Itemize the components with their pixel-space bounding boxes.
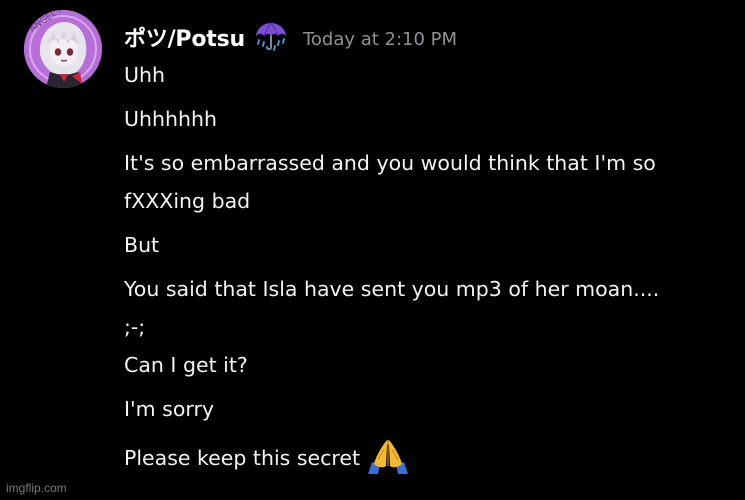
username[interactable]: ポツ/Potsu — [124, 21, 245, 53]
umbrella-with-rain-icon — [253, 20, 289, 54]
avatar-image: ANGEL PAIS — [24, 10, 102, 88]
message-text: But — [124, 233, 160, 257]
message-text: Please keep this secret — [124, 446, 361, 470]
message-text-continued: ;-; — [124, 315, 146, 339]
avatar[interactable]: ANGEL PAIS — [24, 10, 102, 88]
message-header: ポツ/Potsu Today at 2:10 PM — [124, 20, 457, 54]
message-text: Uhhhhhh — [124, 107, 217, 131]
message-with-emoji: Please keep this secret — [124, 438, 410, 478]
watermark: imgflip.com — [6, 481, 67, 495]
folded-hands-icon — [366, 436, 410, 476]
message-text: It's so embarrassed and you would think … — [124, 151, 656, 175]
message-text-continued: fXXXing bad — [124, 189, 251, 213]
message-text: Uhh — [124, 63, 165, 87]
message-text: Can I get it? — [124, 353, 248, 377]
message-text: You said that Isla have sent you mp3 of … — [124, 277, 660, 301]
message-timestamp[interactable]: Today at 2:10 PM — [303, 29, 457, 50]
message-text: I'm sorry — [124, 397, 215, 421]
